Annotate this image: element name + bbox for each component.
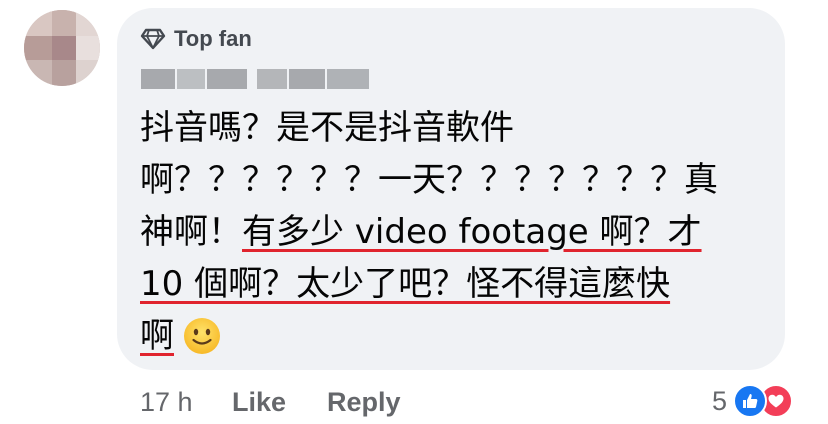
top-fan-badge: Top fan	[140, 24, 252, 54]
reaction-count: 5	[712, 385, 728, 416]
like-button[interactable]: Like	[232, 382, 286, 422]
reply-button[interactable]: Reply	[327, 382, 401, 422]
reaction-summary[interactable]: 5	[712, 381, 794, 421]
comment-timestamp[interactable]: 17 h	[140, 382, 193, 422]
like-reaction-icon	[733, 384, 768, 418]
slightly-smiling-face-icon	[182, 316, 222, 356]
comment-line: 抖音嗎？是不是抖音軟件	[140, 108, 514, 148]
comment-line: 啊？？？？？？一天？？？？？？？真	[140, 160, 718, 200]
badge-label: Top fan	[174, 26, 252, 51]
author-name[interactable]	[141, 67, 369, 91]
avatar[interactable]	[24, 10, 100, 86]
diamond-icon	[140, 28, 166, 50]
comment-line: 神啊！有多少 video footage 啊？才	[140, 212, 702, 252]
comment-line: 10 個啊？太少了吧？怪不得這麼快	[140, 264, 671, 304]
comment-line: 啊	[140, 316, 174, 356]
